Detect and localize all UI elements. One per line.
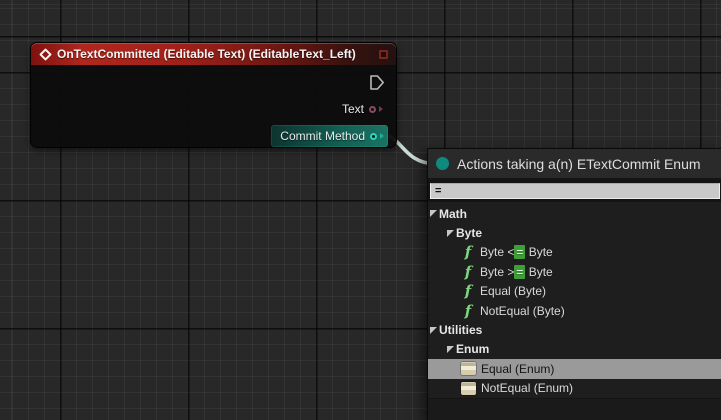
exec-output-pin[interactable]: [369, 74, 385, 91]
menu-category-math[interactable]: Math: [428, 204, 721, 223]
action-list: Math Byte f Byte < = Byte f Byte > = Byte …: [428, 202, 721, 398]
menu-item-notequal-byte[interactable]: f NotEqual (Byte): [428, 301, 721, 320]
expander-icon[interactable]: [430, 210, 437, 218]
expander-icon[interactable]: [430, 326, 437, 334]
node-title: OnTextCommitted (Editable Text) (Editabl…: [57, 47, 356, 61]
function-icon: f: [464, 301, 472, 320]
expander-icon[interactable]: [447, 229, 454, 237]
event-node-ontextcommitted[interactable]: OnTextCommitted (Editable Text) (Editabl…: [30, 42, 397, 148]
category-label: Math: [439, 206, 467, 221]
text-output-pin[interactable]: [369, 105, 376, 113]
search-match-highlight: =: [514, 264, 526, 279]
commit-method-pin-label: Commit Method: [280, 129, 365, 143]
event-diamond-icon: [39, 47, 52, 61]
menu-item-equal-enum[interactable]: Equal (Enum): [428, 359, 721, 379]
search-area: [428, 179, 721, 202]
category-label: Enum: [456, 342, 490, 357]
enum-node-icon: [461, 381, 476, 395]
item-label: NotEqual (Enum): [481, 381, 574, 396]
action-search-input[interactable]: [430, 183, 720, 199]
item-label: Equal (Byte): [480, 284, 547, 299]
text-pin-label: Text: [341, 102, 364, 116]
item-label: Byte > = Byte: [480, 264, 553, 279]
action-context-menu: Actions taking a(n) ETextCommit Enum Mat…: [427, 148, 721, 420]
item-label: Byte < = Byte: [480, 245, 553, 260]
commit-method-pin-row[interactable]: Commit Method: [271, 125, 388, 147]
menu-empty-area: [428, 397, 721, 420]
expander-icon[interactable]: [447, 345, 454, 353]
node-header[interactable]: OnTextCommitted (Editable Text) (Editabl…: [31, 43, 396, 65]
item-label: NotEqual (Byte): [480, 303, 565, 318]
item-label: Equal (Enum): [481, 361, 555, 376]
function-icon: f: [464, 262, 472, 281]
menu-item-byte-lte-byte[interactable]: f Byte < = Byte: [428, 243, 721, 262]
search-match-highlight: =: [514, 245, 526, 260]
commit-method-pin-arrow-icon: [380, 133, 384, 139]
context-menu-header: Actions taking a(n) ETextCommit Enum: [428, 149, 721, 179]
text-pin-arrow-icon: [379, 106, 383, 112]
function-icon: f: [464, 243, 472, 262]
enum-node-icon: [461, 362, 476, 376]
function-icon: f: [464, 282, 472, 301]
menu-item-byte-gte-byte[interactable]: f Byte > = Byte: [428, 262, 721, 281]
delegate-output-pin[interactable]: [379, 49, 388, 59]
context-menu-dot-icon: [436, 157, 449, 170]
category-label: Utilities: [439, 323, 483, 338]
commit-method-output-pin[interactable]: [370, 132, 377, 140]
context-menu-title: Actions taking a(n) ETextCommit Enum: [457, 155, 701, 172]
text-pin-row: Text: [342, 101, 383, 117]
category-label: Byte: [456, 226, 483, 241]
blueprint-canvas[interactable]: { "graph": { "node": { "title": "OnTextC…: [0, 0, 721, 420]
menu-category-byte[interactable]: Byte: [428, 223, 721, 242]
menu-item-equal-byte[interactable]: f Equal (Byte): [428, 282, 721, 301]
menu-category-enum[interactable]: Enum: [428, 340, 721, 359]
menu-category-utilities[interactable]: Utilities: [428, 320, 721, 339]
menu-item-notequal-enum[interactable]: NotEqual (Enum): [428, 379, 721, 398]
